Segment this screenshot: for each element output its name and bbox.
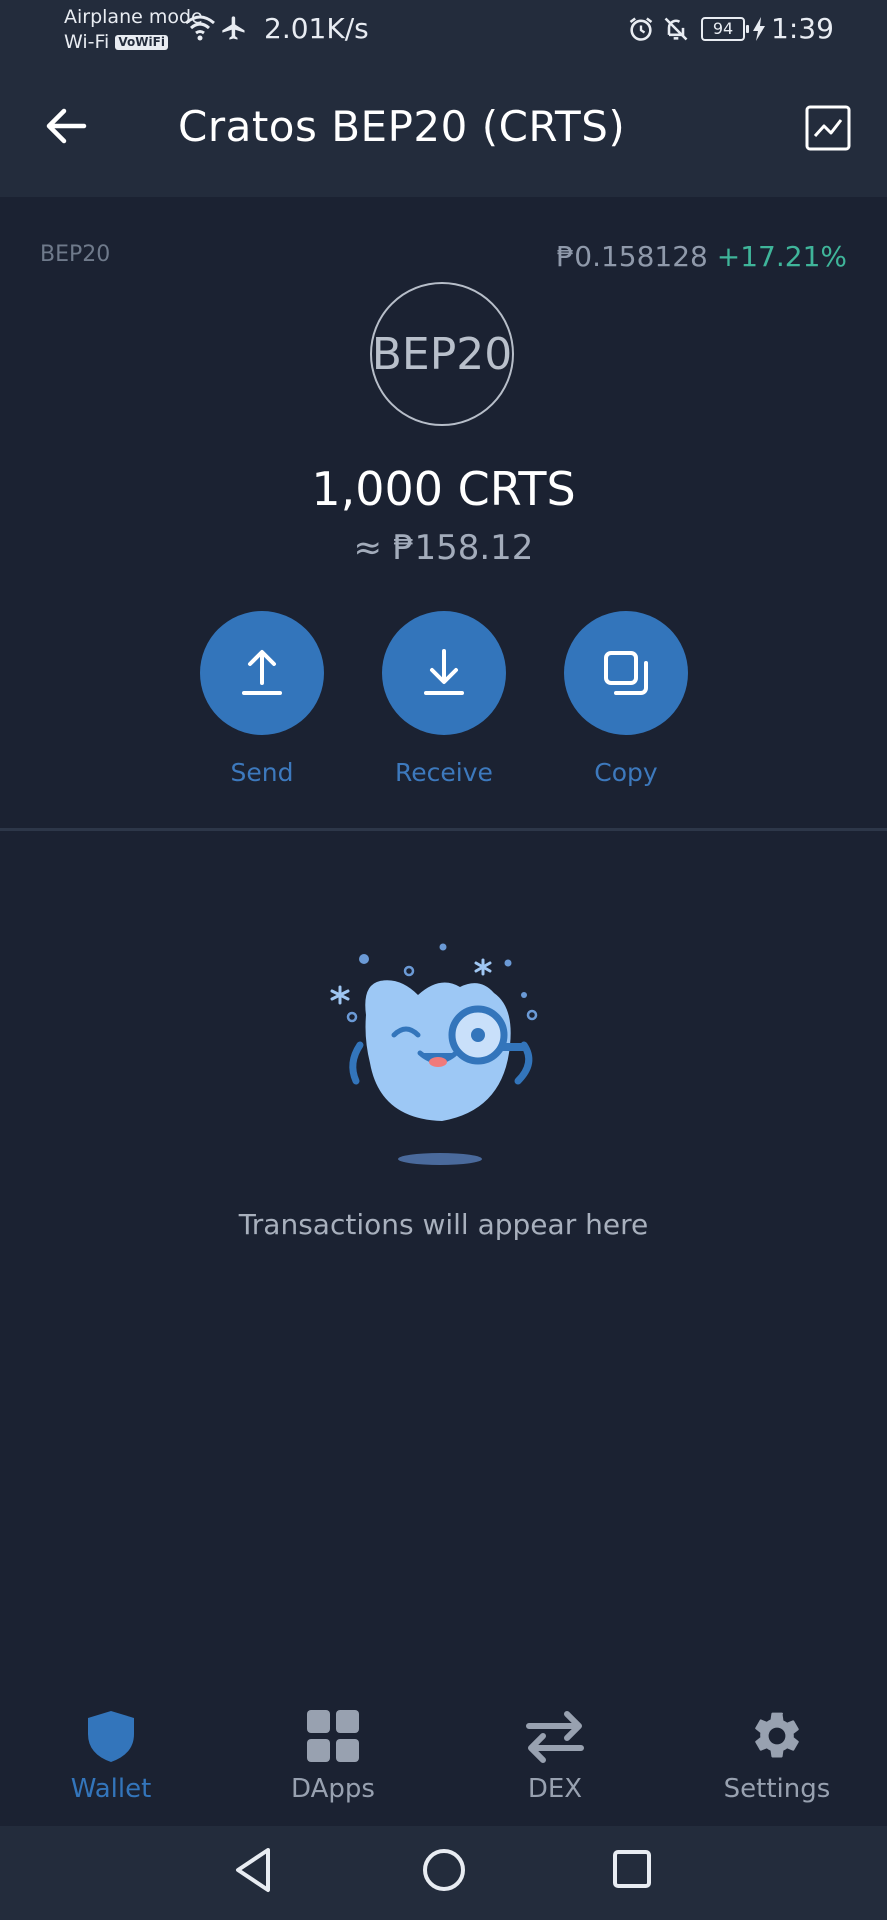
nav-item-settings[interactable]: Settings [666,1708,887,1804]
price-change: +17.21% [716,240,847,273]
back-arrow-icon[interactable] [44,104,88,148]
alarm-icon [629,17,653,41]
system-home-icon[interactable] [421,1847,467,1893]
wifi-icon [185,15,215,41]
download-icon [424,649,464,695]
send-label[interactable]: Send [172,758,352,787]
token-balance: 1,000 CRTS [311,462,576,516]
swap-icon [526,1711,584,1763]
nav-item-dex[interactable]: DEX [444,1708,666,1804]
status-wifi-label: Wi-Fi VoWiFi [64,31,168,53]
status-airplane-mode: Airplane mode [64,6,203,28]
send-button[interactable] [200,611,324,735]
copy-label[interactable]: Copy [536,758,716,787]
vowifi-badge: VoWiFi [115,35,168,50]
copy-button[interactable] [564,611,688,735]
nav-label-dex: DEX [527,1774,583,1804]
nav-label-dapps: DApps [291,1774,375,1804]
system-back-icon[interactable] [232,1846,276,1894]
system-navigation-bar [0,1826,887,1920]
page-title: Cratos BEP20 (CRTS) [178,102,626,151]
nav-label-settings: Settings [723,1774,831,1804]
notifications-off-icon [664,17,688,41]
nav-label-wallet: Wallet [70,1774,152,1804]
price-value: ₱0.158128 [556,240,708,273]
status-network-speed: 2.01K/s [264,12,369,45]
fiat-balance: ≈ ₱158.12 [353,528,534,568]
token-logo: BEP20 [370,282,514,426]
copy-icon [604,651,648,695]
token-price: ₱0.158128 +17.21% [556,240,847,273]
status-wifi-text: Wi-Fi [64,31,110,53]
upload-icon [242,650,282,695]
grid-icon [307,1710,359,1762]
receive-button[interactable] [382,611,506,735]
airplane-icon [222,16,245,40]
nav-item-wallet[interactable]: Wallet [0,1708,222,1804]
status-time: 1:39 [771,12,834,45]
receive-label[interactable]: Receive [354,758,534,787]
section-divider [0,828,887,831]
charging-icon [753,17,765,41]
shield-icon [88,1711,134,1762]
chart-icon[interactable] [805,105,851,151]
empty-transactions-message: Transactions will appear here [238,1208,649,1241]
nav-item-dapps[interactable]: DApps [222,1708,444,1804]
gear-icon [755,1712,799,1758]
battery-indicator: 94 [701,17,749,41]
network-tag: BEP20 [40,242,111,267]
token-logo-text: BEP20 [371,328,513,380]
system-recents-icon[interactable] [612,1849,652,1889]
bottom-navigation: Wallet DApps DEX Settings [0,1676,887,1824]
empty-state-mascot-illustration [330,943,538,1165]
